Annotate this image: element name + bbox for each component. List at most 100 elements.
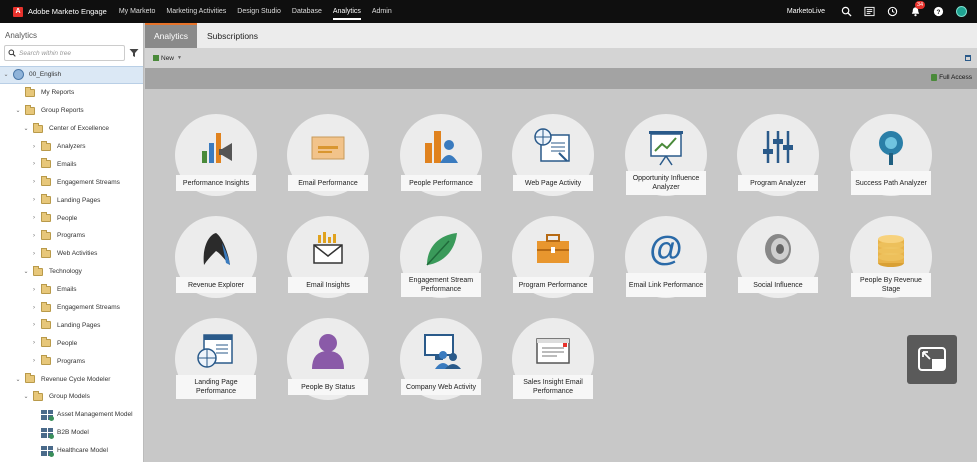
tree-item[interactable]: › People [0, 209, 143, 227]
folder-icon [41, 140, 51, 151]
new-button[interactable]: New ▼ [153, 55, 182, 62]
chevron-right-icon[interactable]: › [30, 287, 38, 293]
nav-design-studio[interactable]: Design Studio [237, 0, 281, 23]
report-tile[interactable]: Email Insights [286, 216, 370, 302]
tab-subscriptions[interactable]: Subscriptions [197, 23, 268, 48]
tree-item[interactable]: B2B Model [0, 424, 143, 442]
avatar[interactable] [956, 6, 967, 17]
report-tile[interactable]: Success Path Analyzer [849, 114, 933, 200]
folder-icon [41, 194, 51, 205]
chevron-right-icon[interactable]: › [30, 144, 38, 150]
chevron-down-icon[interactable]: ⌄ [2, 71, 10, 78]
tree-item[interactable]: › Web Activities [0, 245, 143, 263]
tree-item[interactable]: › People [0, 334, 143, 352]
tree-item-label: Engagement Streams [57, 178, 120, 186]
chevron-right-icon[interactable]: › [30, 358, 38, 364]
folder-icon [41, 355, 51, 366]
chevron-down-icon[interactable]: ⌄ [22, 393, 30, 400]
history-icon[interactable] [887, 6, 898, 17]
bar-chart-megaphone-icon [202, 133, 232, 163]
report-tile[interactable]: Performance Insights [174, 114, 258, 200]
report-tile[interactable]: Company Web Activity [399, 318, 483, 404]
tree-item-label: Revenue Cycle Modeler [41, 375, 111, 383]
filter-icon[interactable] [129, 48, 139, 58]
adobe-logo-icon[interactable]: A [13, 6, 23, 17]
report-tile[interactable]: Landing Page Performance [174, 318, 258, 404]
tree-item-label: My Reports [41, 89, 75, 97]
chevron-right-icon[interactable]: › [30, 305, 38, 311]
analytics-tiles-area: Performance Insights Email Performance Peo… [145, 89, 977, 462]
tile-label: Company Web Activity [401, 379, 481, 395]
report-tile[interactable]: Engagement Stream Performance [399, 216, 483, 302]
folder-icon [41, 176, 51, 187]
chevron-right-icon[interactable]: › [30, 340, 38, 346]
briefcase-icon [537, 234, 569, 263]
report-tile[interactable]: People Performance [399, 114, 483, 200]
report-tile[interactable]: Revenue Explorer [174, 216, 258, 302]
window-icon[interactable] [965, 55, 971, 61]
minimize-video-button[interactable] [907, 335, 957, 384]
chevron-right-icon[interactable]: › [30, 161, 38, 167]
tree-item[interactable]: Asset Management Model [0, 406, 143, 424]
chevron-down-icon[interactable]: ⌄ [14, 107, 22, 114]
nav-analytics[interactable]: Analytics [332, 0, 361, 23]
report-tile[interactable]: Program Analyzer [736, 114, 820, 200]
nav-admin[interactable]: Admin [372, 0, 392, 23]
tree-item[interactable]: › Analyzers [0, 138, 143, 156]
tree-item[interactable]: › Landing Pages [0, 191, 143, 209]
tab-analytics[interactable]: Analytics [145, 23, 197, 48]
report-tile[interactable]: Web Page Activity [511, 114, 595, 200]
report-tile[interactable]: Sales Insight Email Performance [511, 318, 595, 404]
sales-email-icon [536, 338, 570, 364]
tree-item[interactable]: › Landing Pages [0, 316, 143, 334]
help-icon[interactable]: ? [933, 6, 944, 17]
tree-item[interactable]: › Engagement Streams [0, 173, 143, 191]
tree-item[interactable]: ⌄ Center of Excellence [0, 120, 143, 138]
tree-item[interactable]: ⌄ Revenue Cycle Modeler [0, 370, 143, 388]
report-tile[interactable]: @ Email Link Performance [624, 216, 708, 302]
chevron-right-icon[interactable]: › [30, 197, 38, 203]
chevron-down-icon[interactable]: ⌄ [22, 125, 30, 132]
tree-search-input[interactable]: Search within tree [4, 45, 125, 61]
report-tile[interactable]: People By Revenue Stage [849, 216, 933, 302]
tree-item[interactable]: ⌄ Group Reports [0, 102, 143, 120]
tree-item[interactable]: ⌄ Technology [0, 263, 143, 281]
report-tile[interactable]: Opportunity Influence Analyzer [624, 114, 708, 200]
chevron-right-icon[interactable]: › [30, 251, 38, 257]
tree-item[interactable]: › Engagement Streams [0, 299, 143, 317]
tree-item[interactable]: › Programs [0, 227, 143, 245]
report-tile[interactable]: Program Performance [511, 216, 595, 302]
chevron-down-icon[interactable]: ⌄ [14, 376, 22, 383]
chevron-right-icon[interactable]: › [30, 215, 38, 221]
brand-name[interactable]: Adobe Marketo Engage [28, 7, 107, 16]
list-icon[interactable] [864, 6, 875, 17]
chevron-right-icon[interactable]: › [30, 322, 38, 328]
tree-item[interactable]: › Programs [0, 352, 143, 370]
tree-item[interactable]: › Emails [0, 281, 143, 299]
search-icon[interactable] [841, 6, 852, 17]
notifications[interactable]: 34 [910, 1, 926, 17]
tree-item-label: Group Models [49, 393, 90, 401]
folder-icon [41, 158, 51, 169]
workspace-selector[interactable]: MarketoLive [787, 8, 825, 15]
tile-label: People By Status [288, 379, 368, 395]
tile-label: Email Performance [288, 175, 368, 191]
chevron-right-icon[interactable]: › [30, 179, 38, 185]
report-tile[interactable]: Social Influence [736, 216, 820, 302]
tree-item[interactable]: My Reports [0, 84, 143, 102]
people-bars-icon [425, 131, 458, 163]
tree-item-label: Emails [57, 286, 77, 294]
nav-my-marketo[interactable]: My Marketo [119, 0, 156, 23]
chevron-right-icon[interactable]: › [30, 233, 38, 239]
nav-database[interactable]: Database [292, 0, 322, 23]
tree-item[interactable]: Healthcare Model [0, 442, 143, 460]
nav-marketing-activities[interactable]: Marketing Activities [166, 0, 226, 23]
chevron-down-icon[interactable]: ⌄ [22, 268, 30, 275]
tree-item[interactable]: › Emails [0, 155, 143, 173]
tree-item[interactable]: ⌄ Group Models [0, 388, 143, 406]
tree-item[interactable]: ⌄ 00_English [0, 66, 143, 84]
tree-item-label: Web Activities [57, 250, 98, 258]
report-tile[interactable]: Email Performance [286, 114, 370, 200]
folder-icon [41, 301, 51, 312]
report-tile[interactable]: People By Status [286, 318, 370, 404]
